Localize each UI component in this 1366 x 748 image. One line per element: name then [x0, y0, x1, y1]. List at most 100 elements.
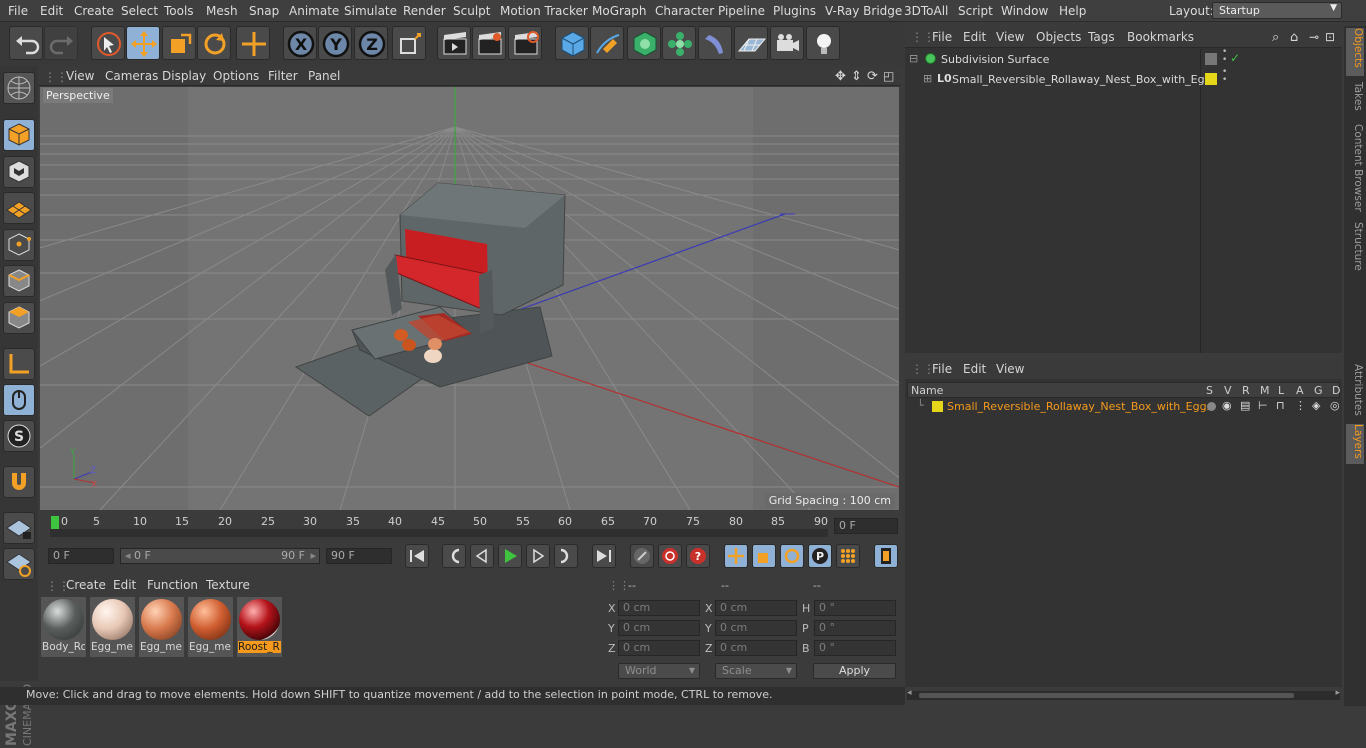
viewport-menu-panel[interactable]: Panel	[308, 69, 340, 83]
layers-menu-view[interactable]: View	[996, 362, 1024, 376]
render-clapper-icon[interactable]: ▤	[1240, 399, 1250, 412]
undo-button[interactable]	[9, 26, 43, 60]
column-header-name[interactable]: Name	[911, 384, 943, 397]
model-mode-button[interactable]	[3, 119, 35, 151]
menu-3dtoall[interactable]: 3DToAll	[904, 4, 948, 18]
tab-objects[interactable]: Objects	[1346, 28, 1364, 76]
objects-menu-view[interactable]: View	[996, 30, 1024, 44]
size-y-field[interactable]: 0 cm	[715, 620, 797, 636]
key-scale-button[interactable]	[752, 544, 776, 568]
menu-motion-tracker[interactable]: Motion Tracker	[500, 4, 588, 18]
menu-help[interactable]: Help	[1059, 4, 1086, 18]
snap-button[interactable]	[3, 466, 35, 498]
tab-attributes[interactable]: Attributes	[1346, 364, 1364, 418]
material-swatch[interactable]: Body_Ro	[41, 597, 86, 657]
layer-name[interactable]: Small_Reversible_Rollaway_Nest_Box_with_…	[947, 400, 1212, 413]
menu-animate[interactable]: Animate	[289, 4, 339, 18]
size-x-field[interactable]: 0 cm	[715, 600, 797, 616]
tab-structure[interactable]: Structure	[1346, 222, 1364, 274]
tree-collapse-icon[interactable]: ⊟	[909, 52, 918, 65]
layers-menu-file[interactable]: File	[932, 362, 952, 376]
next-key-button[interactable]	[554, 544, 578, 568]
mograph-cloner-button[interactable]	[662, 26, 696, 60]
generator-icon[interactable]: ◈	[1312, 399, 1320, 412]
material-menu-function[interactable]: Function	[147, 578, 198, 592]
object-row[interactable]: ⊞ L0 Small_Reversible_Rollaway_Nest_Box_…	[905, 68, 1342, 90]
layout-dropdown[interactable]: Startup ▼	[1212, 2, 1342, 19]
playhead-marker[interactable]	[51, 516, 59, 530]
coordinate-system-button[interactable]	[392, 26, 426, 60]
layer-row[interactable]: └ Small_Reversible_Rollaway_Nest_Box_wit…	[907, 399, 1340, 416]
scale-tool-button[interactable]	[162, 26, 196, 60]
visibility-dots-icon[interactable]: • •	[1222, 68, 1227, 85]
play-button[interactable]	[498, 544, 522, 568]
viewport-menu-options[interactable]: Options	[213, 69, 259, 83]
edges-mode-button[interactable]	[3, 265, 35, 297]
live-select-button[interactable]	[91, 26, 125, 60]
home-icon[interactable]: ⌂	[1290, 30, 1298, 45]
current-frame-field[interactable]: 0 F	[834, 518, 898, 534]
previous-frame-button[interactable]	[470, 544, 494, 568]
x-axis-button[interactable]: X	[283, 26, 317, 60]
redo-button[interactable]	[44, 26, 78, 60]
next-frame-button[interactable]	[526, 544, 550, 568]
3d-viewport[interactable]: Y Z X Perspective Grid Spacing : 100 cm	[40, 87, 899, 510]
move-tool-button[interactable]	[126, 26, 160, 60]
search-icon[interactable]: ⌕	[1272, 30, 1279, 45]
menu-tools[interactable]: Tools	[164, 4, 194, 18]
subdivision-button[interactable]	[627, 26, 661, 60]
menu-vray-bridge[interactable]: V-Ray Bridge	[825, 4, 902, 18]
column-header-render[interactable]: R	[1242, 384, 1250, 397]
goto-end-button[interactable]	[592, 544, 616, 568]
material-menu-edit[interactable]: Edit	[113, 578, 136, 592]
frame-range-slider[interactable]: ◂ 0 F 90 F ▸	[120, 548, 320, 564]
menu-plugins[interactable]: Plugins	[773, 4, 816, 18]
key-parameter-button[interactable]: P	[808, 544, 832, 568]
polygons-mode-button[interactable]	[3, 302, 35, 334]
axis-mode-button[interactable]	[3, 348, 35, 380]
key-rotation-button[interactable]	[780, 544, 804, 568]
position-y-field[interactable]: 0 cm	[618, 620, 700, 636]
material-menu-create[interactable]: Create	[66, 578, 106, 592]
menu-snap[interactable]: Snap	[249, 4, 279, 18]
z-axis-button[interactable]: Z	[354, 26, 388, 60]
workplane-lock-button[interactable]	[3, 512, 35, 544]
viewport-zoom-icon[interactable]: ⇕	[851, 69, 862, 84]
previous-key-button[interactable]	[442, 544, 466, 568]
menu-edit[interactable]: Edit	[40, 4, 63, 18]
viewport-move-icon[interactable]: ✥	[835, 69, 846, 84]
panel-menu-icon[interactable]: ⊡	[1325, 30, 1335, 44]
visibility-dots-icon[interactable]: • •	[1222, 48, 1227, 65]
viewport-maximize-icon[interactable]: ◰	[883, 69, 894, 83]
make-editable-button[interactable]	[3, 72, 35, 104]
lock-icon[interactable]: ⊓	[1276, 399, 1285, 412]
object-row[interactable]: ⊟ Subdivision Surface • • ✓	[905, 48, 1342, 70]
animation-icon[interactable]: ⋮	[1295, 399, 1306, 412]
horizontal-scrollbar[interactable]: ◂ ▸	[907, 688, 1340, 700]
column-header-generators[interactable]: G	[1314, 384, 1323, 397]
menu-pipeline[interactable]: Pipeline	[718, 4, 765, 18]
rotate-tool-button[interactable]	[197, 26, 231, 60]
tree-expand-icon[interactable]: ⊞	[923, 72, 932, 85]
floor-button[interactable]	[734, 26, 768, 60]
menu-character[interactable]: Character	[655, 4, 714, 18]
deformer-icon[interactable]: ◎	[1330, 399, 1340, 412]
viewport-menu-cameras[interactable]: Cameras	[105, 69, 158, 83]
scrollbar-thumb[interactable]	[919, 693, 1294, 698]
rotation-h-field[interactable]: 0 °	[814, 600, 896, 616]
solo-dot-icon[interactable]	[1207, 402, 1216, 411]
timeline-ruler[interactable]: 0 5 10 15 20 25 30 35 40 45 50 55 60 70 …	[40, 513, 901, 537]
tab-takes[interactable]: Takes	[1346, 82, 1364, 120]
position-z-field[interactable]: 0 cm	[618, 640, 700, 656]
end-frame-field[interactable]: 90 F	[326, 548, 392, 564]
render-view-button[interactable]	[437, 26, 471, 60]
objects-menu-file[interactable]: File	[932, 30, 952, 44]
workplane-mode-button[interactable]	[3, 192, 35, 224]
viewport-menu-display[interactable]: Display	[162, 69, 206, 83]
last-tool-button[interactable]	[236, 26, 270, 60]
tweak-mode-button[interactable]	[3, 384, 35, 416]
column-header-locked[interactable]: L	[1278, 384, 1284, 397]
position-x-field[interactable]: 0 cm	[618, 600, 700, 616]
column-header-deformers[interactable]: D	[1332, 384, 1340, 397]
record-keys-button[interactable]	[630, 544, 654, 568]
